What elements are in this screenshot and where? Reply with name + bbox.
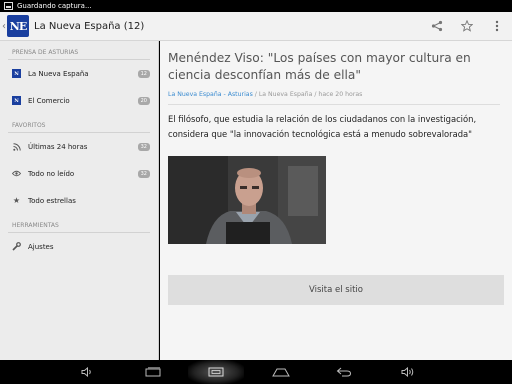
- star-icon: ★: [12, 196, 21, 205]
- article-source-link[interactable]: La Nueva España - Asturias: [168, 91, 253, 98]
- article-pane: Menéndez Viso: "Los países con mayor cul…: [160, 41, 512, 360]
- screenshot-button[interactable]: [188, 360, 244, 384]
- sidebar-item-label: Todo estrellas: [28, 196, 76, 205]
- section-header-favoritos: FAVORITOS: [8, 119, 150, 133]
- sidebar-item-todo-estrellas[interactable]: ★ Todo estrellas: [0, 187, 158, 214]
- sidebar-item-ajustes[interactable]: Ajustes: [0, 233, 158, 260]
- app-logo[interactable]: NE: [7, 15, 29, 37]
- sidebar-item-todo-no-leido[interactable]: Todo no leído 32: [0, 160, 158, 187]
- status-notification-text: Guardando captura...: [17, 2, 92, 10]
- screenshot-notification-icon: [4, 2, 13, 10]
- visit-site-button[interactable]: Visita el sitio: [168, 275, 504, 305]
- navigation-bar: [0, 360, 512, 384]
- sidebar-item-la-nueva-espana[interactable]: N La Nueva España 12: [0, 60, 158, 87]
- article-meta: La Nueva España - Asturias / La Nueva Es…: [168, 91, 500, 105]
- volume-down-button[interactable]: [72, 360, 102, 384]
- sidebar-item-label: La Nueva España: [28, 69, 89, 78]
- sidebar-item-label: El Comercio: [28, 96, 70, 105]
- back-button[interactable]: [329, 360, 359, 384]
- volume-up-button[interactable]: [393, 360, 423, 384]
- overflow-menu-icon: [495, 20, 499, 32]
- sidebar-item-label: Últimas 24 horas: [28, 142, 88, 151]
- star-button[interactable]: [452, 12, 482, 41]
- recent-apps-button[interactable]: [138, 360, 168, 384]
- section-header-herramientas: HERRAMIENTAS: [8, 219, 150, 233]
- page-title: La Nueva España (12): [34, 20, 145, 32]
- sidebar: PRENSA DE ASTURIAS N La Nueva España 12 …: [0, 41, 159, 360]
- article-headline: Menéndez Viso: "Los países con mayor cul…: [168, 51, 471, 82]
- sidebar-item-el-comercio[interactable]: N El Comercio 20: [0, 87, 158, 114]
- overflow-menu-button[interactable]: [482, 12, 512, 41]
- unread-count-badge: 32: [137, 142, 150, 151]
- unread-count-badge: 12: [137, 69, 150, 78]
- newspaper-icon: N: [12, 69, 21, 78]
- eye-icon: [12, 169, 21, 178]
- volume-down-icon: [81, 367, 91, 377]
- section-header-prensa: PRENSA DE ASTURIAS: [8, 46, 150, 60]
- unread-count-badge: 20: [137, 96, 150, 105]
- back-icon: [336, 367, 352, 377]
- home-button[interactable]: [266, 360, 296, 384]
- article-photo: [168, 156, 326, 244]
- share-button[interactable]: [422, 12, 452, 41]
- sidebar-item-label: Todo no leído: [28, 169, 75, 178]
- recent-apps-icon: [145, 367, 161, 377]
- action-bar: ‹ NE La Nueva España (12): [0, 12, 512, 41]
- home-icon: [272, 368, 290, 377]
- status-bar: Guardando captura...: [0, 0, 512, 12]
- sidebar-item-ultimas-24-horas[interactable]: Últimas 24 horas 32: [0, 133, 158, 160]
- unread-count-badge: 32: [137, 169, 150, 178]
- wrench-icon: [12, 242, 21, 251]
- volume-up-icon: [401, 367, 414, 377]
- share-icon: [431, 20, 443, 32]
- screenshot-icon: [208, 367, 224, 377]
- sidebar-item-label: Ajustes: [28, 242, 54, 251]
- rss-icon: [12, 142, 21, 151]
- star-icon: [461, 20, 473, 32]
- article-summary: El filósofo, que estudia la relación de …: [168, 114, 477, 139]
- newspaper-icon: N: [12, 96, 21, 105]
- article-meta-text: / La Nueva España / hace 20 horas: [252, 91, 363, 98]
